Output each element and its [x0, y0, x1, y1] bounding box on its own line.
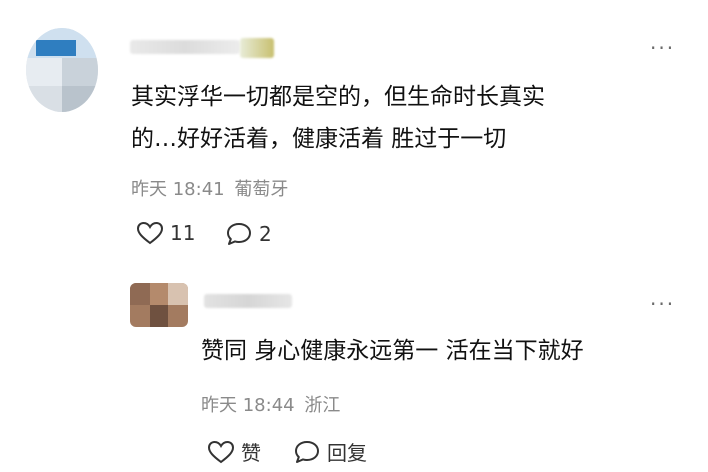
- reply-more-dots-icon[interactable]: ···: [650, 294, 675, 314]
- commenter-avatar[interactable]: [26, 28, 98, 112]
- comment-button[interactable]: 2: [225, 221, 272, 247]
- like-button[interactable]: 11: [136, 221, 195, 245]
- comment-bubble-icon: [293, 439, 321, 465]
- more-dots-icon[interactable]: ···: [650, 38, 675, 58]
- comment-time: 昨天 18:41: [131, 179, 225, 200]
- commenter-badge-blurred: [240, 38, 274, 58]
- comment-bubble-icon: [225, 221, 253, 247]
- reply-like-label: 赞: [241, 441, 261, 465]
- comment-meta: 昨天 18:41 葡萄牙: [131, 175, 288, 201]
- reply-reply-label: 回复: [327, 441, 367, 465]
- heart-icon: [136, 221, 164, 245]
- comment-text: 其实浮华一切都是空的，但生命时长真实 的…好好活着，健康活着 胜过于一切: [131, 76, 671, 160]
- reply-like-button[interactable]: 赞: [207, 437, 261, 466]
- commenter-name-blurred[interactable]: [130, 40, 240, 54]
- reply-author-name-blurred[interactable]: [204, 294, 292, 308]
- reply-text: 赞同 身心健康永远第一 活在当下就好: [201, 338, 584, 364]
- reply-avatar[interactable]: [130, 283, 188, 327]
- reply-location: 浙江: [304, 395, 341, 416]
- comment-text-line: 的…好好活着，健康活着 胜过于一切: [131, 126, 507, 152]
- comment-text-line: 其实浮华一切都是空的，但生命时长真实: [131, 84, 545, 110]
- reply-count: 2: [259, 222, 272, 246]
- like-count: 11: [170, 221, 196, 245]
- reply-meta: 昨天 18:44 浙江: [201, 391, 340, 417]
- heart-icon: [207, 440, 235, 464]
- reply-reply-button[interactable]: 回复: [293, 437, 367, 466]
- comment-location: 葡萄牙: [234, 179, 289, 200]
- reply-time: 昨天 18:44: [201, 395, 295, 416]
